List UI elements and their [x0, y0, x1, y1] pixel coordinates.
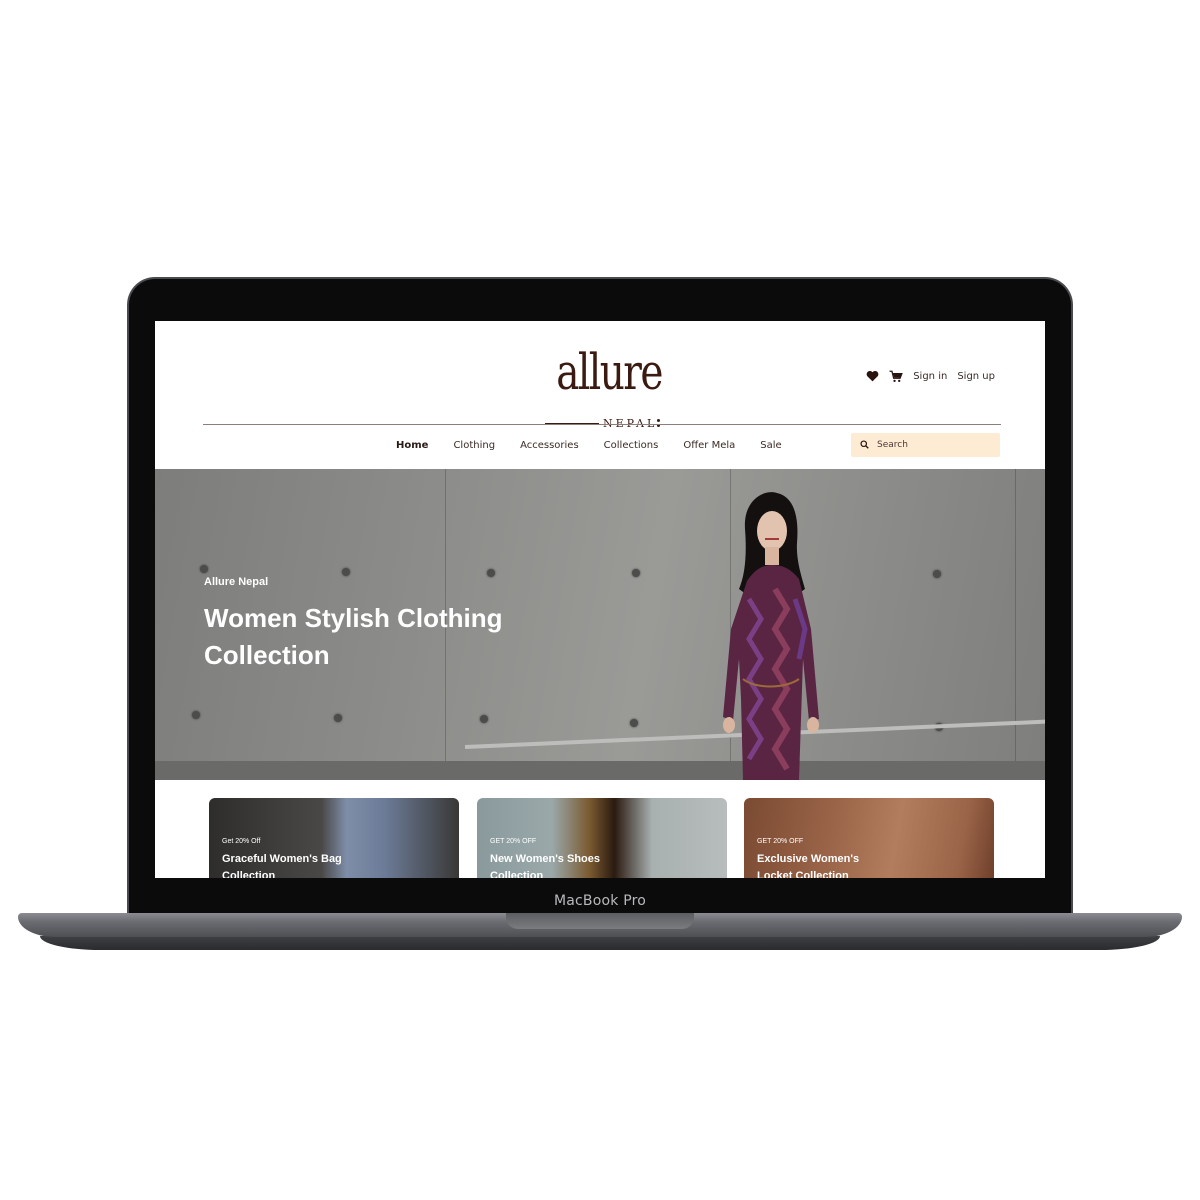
heart-icon[interactable] — [865, 369, 879, 383]
hero-banner: Allure Nepal Women Stylish Clothing Coll… — [155, 469, 1045, 780]
main-nav: Home Clothing Accessories Collections Of… — [396, 438, 782, 452]
card-offer: GET 20% OFF — [757, 838, 804, 845]
search-box — [851, 433, 1000, 457]
card-title: Graceful Women's Bag Collection — [222, 853, 342, 878]
card-title: Exclusive Women's Locket Collection — [757, 853, 860, 878]
laptop-notch — [506, 913, 694, 929]
wall-tie-hole — [342, 568, 350, 576]
wall-tie-hole — [192, 711, 200, 719]
wall-tie-hole — [200, 565, 208, 573]
logo-wordmark: allure — [556, 343, 663, 401]
card-text: GET 20% OFF Exclusive Women's Locket Col… — [757, 838, 887, 878]
wall-tie-hole — [933, 570, 941, 578]
hero-kicker: Allure Nepal — [204, 576, 269, 588]
card-text: Get 20% Off Graceful Women's Bag Collect… — [222, 838, 352, 878]
wall-tie-hole — [334, 714, 342, 722]
site-header: allure NEPAL Sign in Sign up Home Clothi… — [155, 321, 1045, 469]
nav-item-collections[interactable]: Collections — [604, 440, 659, 451]
wall-seam — [1015, 469, 1016, 780]
sign-up-link[interactable]: Sign up — [957, 371, 995, 382]
hero-text: Allure Nepal Women Stylish Clothing Coll… — [204, 576, 504, 674]
nav-item-accessories[interactable]: Accessories — [520, 440, 579, 451]
model-figure — [723, 492, 819, 780]
header-actions: Sign in Sign up — [865, 367, 995, 385]
card-offer: GET 20% OFF — [490, 838, 537, 845]
search-icon[interactable] — [860, 436, 869, 454]
wall-tie-hole — [632, 569, 640, 577]
nav-item-offer-mela[interactable]: Offer Mela — [683, 440, 735, 451]
device-label: MacBook Pro — [553, 893, 647, 909]
shoes-collection-card[interactable]: GET 20% OFF New Women's Shoes Collection — [477, 798, 727, 878]
hero-title: Women Stylish Clothing Collection — [204, 603, 503, 670]
cart-icon[interactable] — [889, 369, 903, 383]
laptop-base-shadow — [40, 936, 1160, 950]
nav-item-clothing[interactable]: Clothing — [453, 440, 495, 451]
search-input[interactable] — [877, 440, 987, 450]
card-title: New Women's Shoes Collection — [490, 853, 600, 878]
wall-tie-hole — [630, 719, 638, 727]
card-offer: Get 20% Off — [222, 838, 261, 845]
sign-in-link[interactable]: Sign in — [913, 371, 947, 382]
header-divider — [203, 424, 1001, 425]
nav-item-home[interactable]: Home — [396, 440, 428, 451]
card-text: GET 20% OFF New Women's Shoes Collection — [490, 838, 620, 878]
brand-logo[interactable]: allure NEPAL — [543, 343, 663, 430]
locket-collection-card[interactable]: GET 20% OFF Exclusive Women's Locket Col… — [744, 798, 994, 878]
hero-floor — [155, 761, 1045, 780]
bag-collection-card[interactable]: Get 20% Off Graceful Women's Bag Collect… — [209, 798, 459, 878]
wall-tie-hole — [480, 715, 488, 723]
collection-cards: Get 20% Off Graceful Women's Bag Collect… — [209, 798, 995, 878]
nav-item-sale[interactable]: Sale — [760, 440, 781, 451]
browser-screen: allure NEPAL Sign in Sign up Home Clothi… — [155, 321, 1045, 878]
